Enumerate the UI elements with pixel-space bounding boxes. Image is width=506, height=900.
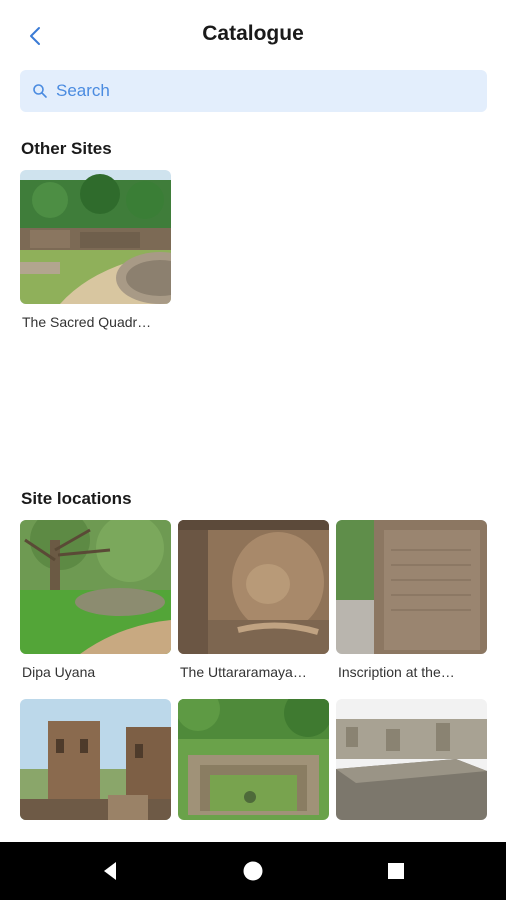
site-card-sacred-quadrangle[interactable]: The Sacred Quadr… [20, 170, 171, 330]
other-sites-heading: Other Sites [21, 139, 112, 158]
search-input[interactable] [56, 70, 476, 112]
site-thumbnail [336, 699, 487, 820]
site-card-label: Dipa Uyana [22, 664, 96, 680]
site-thumbnail [20, 699, 171, 820]
search-bar[interactable] [20, 70, 487, 112]
site-card-uttararamaya[interactable]: The Uttararamaya… [178, 520, 329, 680]
site-locations-heading: Site locations [21, 489, 132, 508]
site-thumbnail [178, 699, 329, 820]
top-bar: Catalogue [0, 0, 506, 70]
site-card-label: Inscription at the… [338, 664, 455, 680]
site-card-label: The Sacred Quadr… [22, 314, 152, 330]
nav-home-icon[interactable] [237, 855, 269, 887]
nav-back-icon[interactable] [94, 855, 126, 887]
site-card-4[interactable] [20, 699, 171, 830]
site-thumbnail [178, 520, 329, 654]
site-card-inscription[interactable]: Inscription at the… [336, 520, 487, 680]
nav-recents-icon[interactable] [380, 855, 412, 887]
site-thumbnail [20, 170, 171, 304]
site-thumbnail [336, 520, 487, 654]
page-title: Catalogue [202, 22, 304, 45]
site-card-5[interactable] [178, 699, 329, 830]
site-card-dipa-uyana[interactable]: Dipa Uyana [20, 520, 171, 680]
search-icon [33, 84, 47, 98]
site-card-label: The Uttararamaya… [180, 664, 307, 680]
site-card-6[interactable] [336, 699, 487, 830]
site-thumbnail [20, 520, 171, 654]
system-navigation-bar [0, 842, 506, 900]
